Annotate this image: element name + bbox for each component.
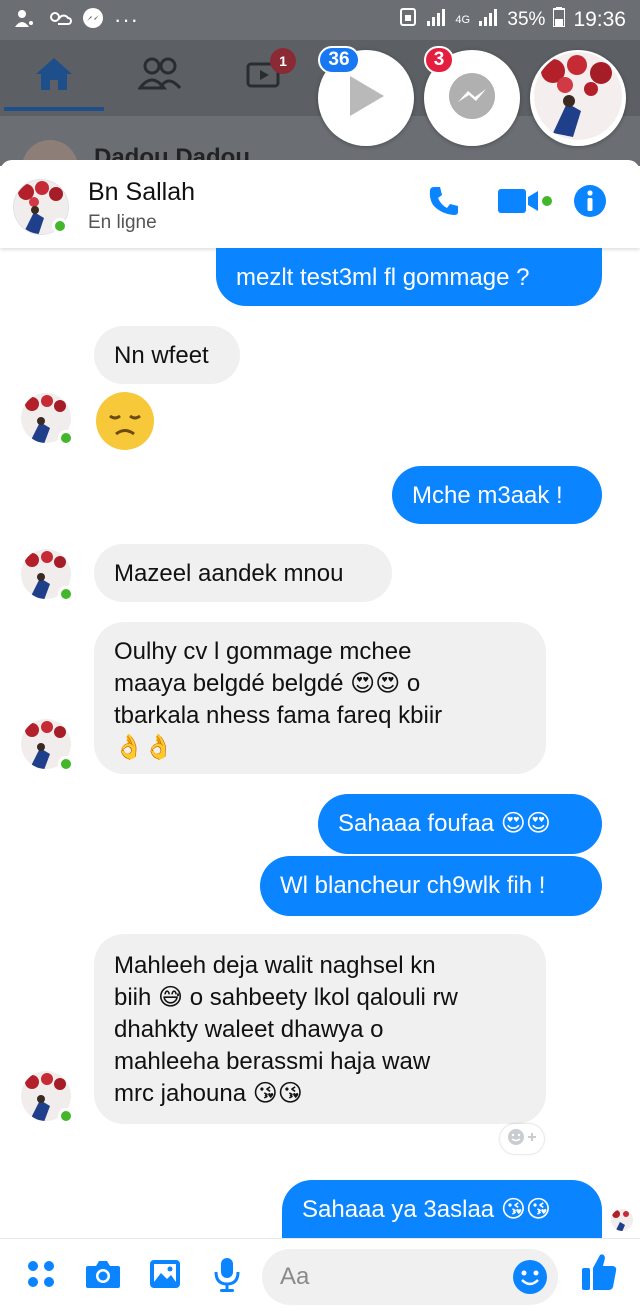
messenger-icon [446,70,498,127]
online-indicator [58,1108,74,1124]
sim-icon [399,7,417,33]
camera-icon [84,1258,122,1295]
info-button[interactable] [570,184,610,222]
video-call-button[interactable] [494,184,556,222]
message-bubble-incoming[interactable]: Oulhy cv l gommage mchee maaya belgdé be… [94,622,546,774]
video-chat-badge: 36 [318,46,360,74]
message-composer [0,1238,640,1315]
message-bubble-incoming[interactable]: Mahleeh deja walit naghsel kn biih 😅 o s… [94,934,546,1124]
pensive-face-emoji[interactable] [96,392,154,450]
signal-icon-2 [477,7,499,33]
message-bubble-outgoing[interactable]: mezlt test3ml fl gommage ? [216,248,602,306]
conversation-header: Bn Sallah En ligne [0,160,640,248]
contact-photo [533,51,623,146]
message-bubble-incoming[interactable]: Nn wfeet [94,326,240,384]
contact-chat-head[interactable] [530,50,626,146]
like-button[interactable] [578,1253,620,1295]
add-reaction-button[interactable] [500,1124,544,1154]
person-icon [14,8,36,33]
four-dots-icon [25,1258,57,1295]
video-camera-icon [496,186,554,221]
message-bubble-outgoing[interactable]: Sahaaa ya 3aslaa 😘😘 [282,1180,602,1238]
microphone-icon [213,1256,241,1297]
battery-icon [552,7,567,33]
message-bubble-outgoing[interactable]: Wl blancheur ch9wlk fih ! [260,856,602,916]
info-icon [573,184,607,223]
emoji-button[interactable] [512,1259,550,1297]
signal-icon [425,7,447,33]
play-icon [344,72,388,125]
active-tab-indicator [4,107,104,111]
image-icon [148,1258,182,1295]
message-bubble-outgoing[interactable]: Sahaaa foufaa 😍😍 [318,794,602,854]
home-icon [34,56,74,97]
clock: 19:36 [573,8,626,31]
message-input[interactable] [280,1249,510,1305]
weather-icon [46,8,72,33]
messenger-notification-icon [82,7,104,34]
message-bubble-outgoing[interactable]: Mche m3aak ! [392,466,602,524]
voice-message-button[interactable] [206,1255,248,1297]
battery-percent: 35% [507,9,546,30]
message-bubble-incoming[interactable]: Mazeel aandek mnou [94,544,392,602]
gallery-button[interactable] [144,1255,186,1297]
friends-tab[interactable] [136,54,184,98]
online-indicator [58,430,74,446]
status-bar: ··· 4G 35% 19:36 [0,0,640,40]
watch-badge: 1 [270,48,296,74]
contact-status: En ligne [88,212,157,233]
friends-icon [136,56,182,97]
contact-name[interactable]: Bn Sallah [88,178,195,207]
more-actions-button[interactable] [20,1255,62,1297]
phone-icon [427,184,461,223]
online-indicator [52,218,68,234]
more-notifications-icon: ··· [114,7,139,32]
online-indicator [58,586,74,602]
seen-indicator-avatar [610,1208,634,1232]
home-tab[interactable] [30,54,78,98]
messenger-chat-badge: 3 [424,46,454,74]
thumbs-up-icon [580,1252,618,1297]
smiley-plus-icon [506,1127,538,1152]
network-type-label: 4G [455,14,471,26]
audio-call-button[interactable] [424,184,464,222]
smiley-icon [512,1260,548,1299]
message-input-box[interactable] [262,1249,558,1305]
online-indicator [58,756,74,772]
watch-tab[interactable]: 1 [240,48,296,98]
camera-button[interactable] [82,1255,124,1297]
